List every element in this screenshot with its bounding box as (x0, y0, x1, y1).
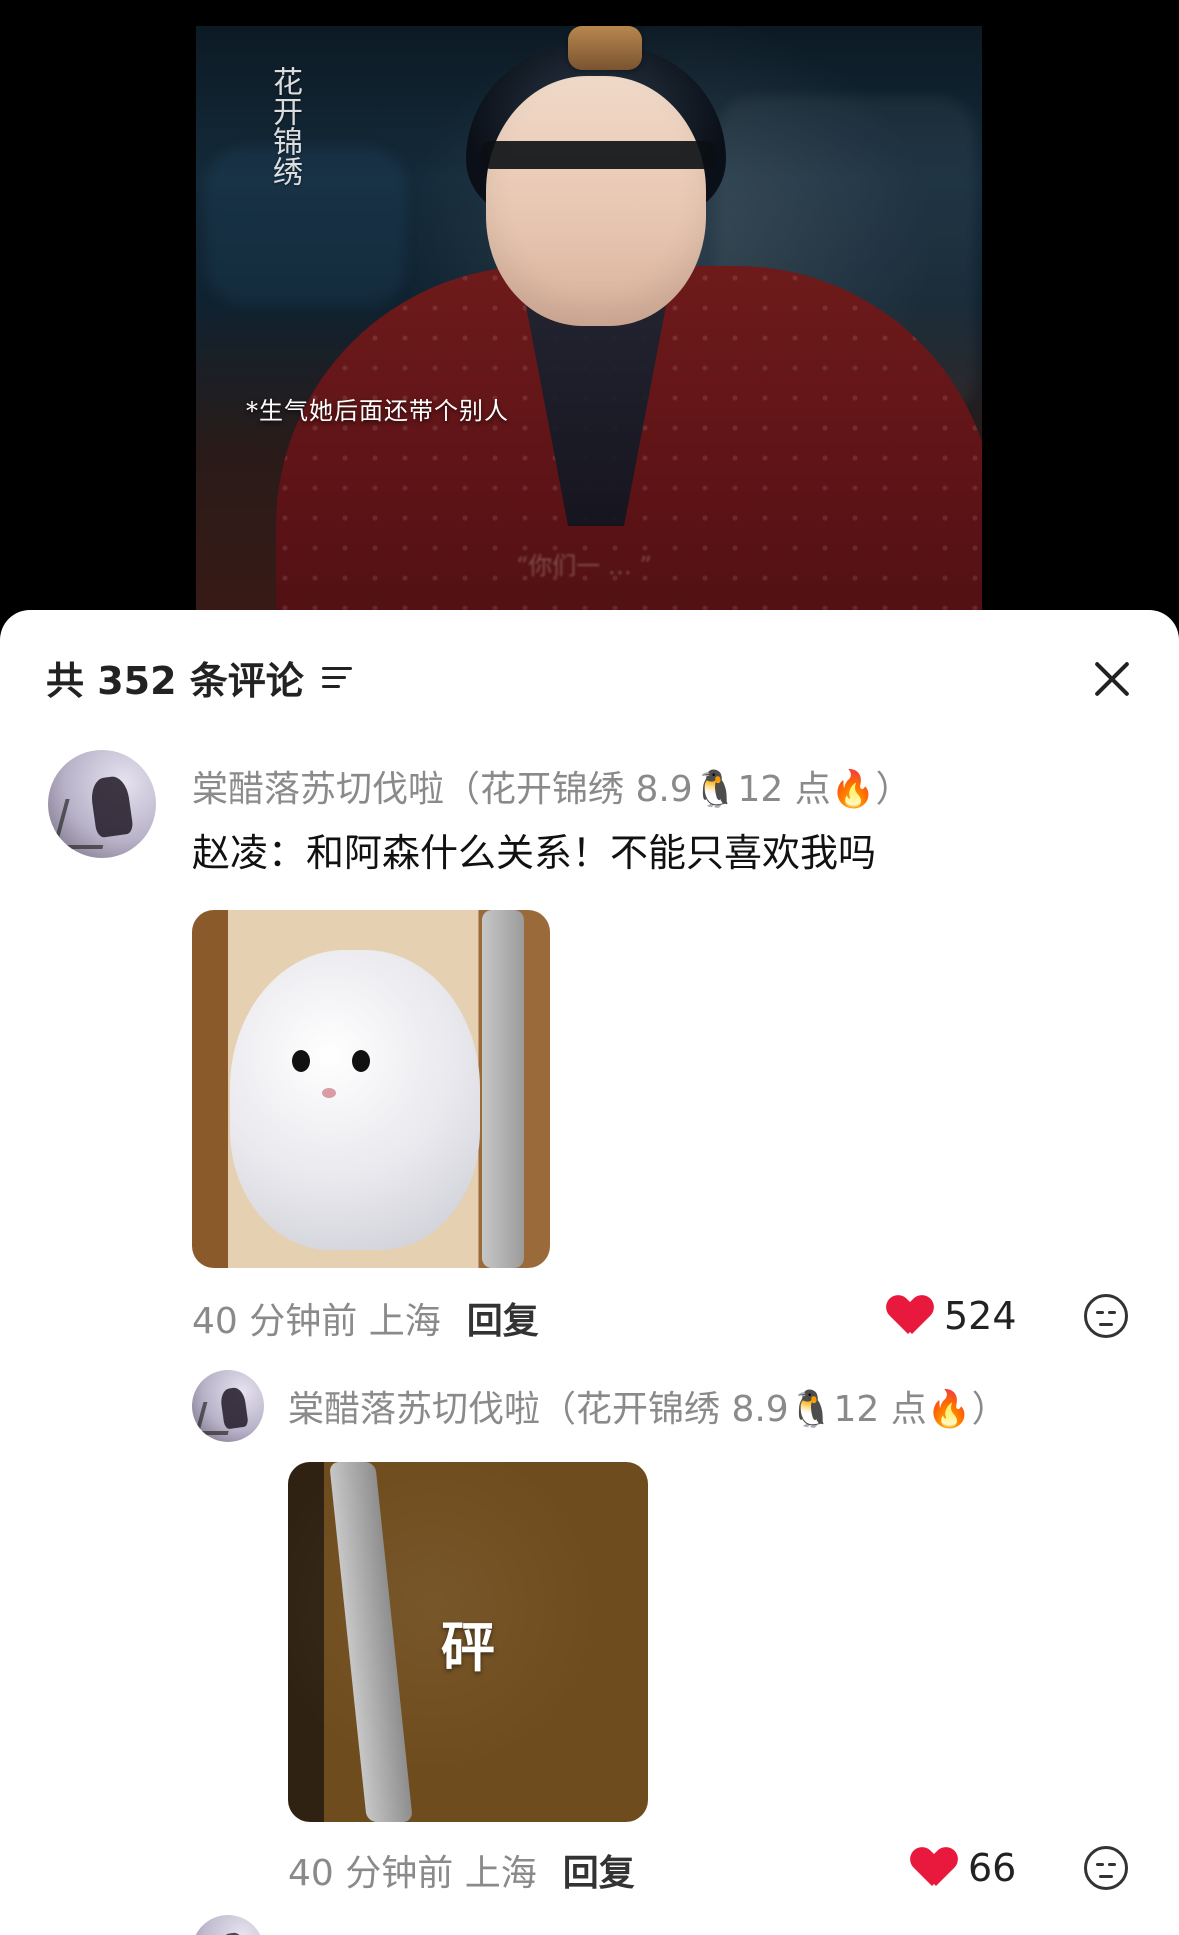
video-area: 花开锦绣 *生气她后面还带个别人 “你们一 … ” (0, 0, 1179, 640)
like-button[interactable]: 524 (888, 1294, 1017, 1338)
comment-username[interactable]: 棠醋落苏切伐啦（花开锦绣 8.9🐧12 点🔥） (192, 760, 912, 812)
avatar[interactable] (192, 1370, 264, 1442)
username-close: ） (971, 1389, 1008, 1430)
avatar[interactable] (192, 1915, 264, 1935)
comment-meta: 40 分钟前 上海 回复 (192, 1292, 539, 1344)
background-light (206, 146, 406, 306)
emoji-mouth (1099, 1323, 1113, 1326)
avatar-figure (219, 1931, 250, 1935)
avatar-railing (52, 798, 116, 849)
video-frame[interactable]: 花开锦绣 *生气她后面还带个别人 “你们一 … ” (196, 26, 982, 640)
sticker-image[interactable] (192, 910, 550, 1268)
emoji-mouth (1099, 1875, 1113, 1878)
sticker-image[interactable]: 砰 (288, 1462, 648, 1822)
fire-icon: 🔥 (926, 1389, 972, 1430)
cat-nose (322, 1088, 336, 1098)
reply-button[interactable]: 回复 (563, 1844, 635, 1896)
username-close: ） (875, 769, 912, 810)
cat-eye-left (292, 1050, 310, 1072)
character-hair-crown (568, 26, 642, 70)
comment-username[interactable]: 棠醋落苏切伐啦（花开锦绣 8.9🐧12 点🔥） (288, 1380, 1008, 1432)
comments-header: 共 352 条评论 (0, 610, 1179, 720)
video-subtitle-faint: “你们一 … ” (516, 552, 652, 580)
cat-image (230, 950, 480, 1250)
time-location: 40 分钟前 上海 (288, 1853, 537, 1894)
avatar[interactable] (48, 750, 156, 858)
character-headband (481, 141, 716, 169)
cat-eye-right (352, 1050, 370, 1072)
username-text: 棠醋落苏切伐啦（花开锦绣 8.9 (288, 1389, 789, 1430)
heart-icon (912, 1848, 956, 1888)
comments-sheet: 共 352 条评论 棠醋落苏切伐啦（花开锦绣 8.9🐧12 点🔥） 赵凌：和阿森… (0, 610, 1179, 1935)
avatar-railing (194, 1402, 237, 1436)
like-count: 524 (944, 1294, 1017, 1338)
reply-button[interactable]: 回复 (467, 1292, 539, 1344)
time-location: 40 分钟前 上海 (192, 1301, 441, 1342)
like-button[interactable]: 66 (912, 1846, 1016, 1890)
username-text: 棠醋落苏切伐啦（花开锦绣 8.9 (192, 769, 693, 810)
comment-text: 赵凌：和阿森什么关系！不能只喜欢我吗 (192, 831, 877, 875)
penguin-icon: 🐧 (788, 1389, 834, 1430)
heart-icon (888, 1296, 932, 1336)
comments-title-text: 共 352 条评论 (46, 659, 304, 703)
drama-logo: 花开锦绣 (267, 66, 302, 186)
emoji-reaction-icon[interactable] (1084, 1294, 1128, 1338)
sticker-text: 砰 (441, 1615, 495, 1679)
emoji-reaction-icon[interactable] (1084, 1846, 1128, 1890)
video-subtitle: *生气她后面还带个别人 (246, 397, 509, 425)
door-plate (482, 910, 524, 1268)
filter-lines-icon[interactable] (321, 667, 352, 688)
username-tail: 12 点 (833, 1389, 927, 1430)
close-icon[interactable] (1091, 658, 1133, 700)
penguin-icon: 🐧 (692, 769, 738, 810)
like-count: 66 (968, 1846, 1017, 1890)
character-face (486, 76, 706, 326)
comments-count-title: 共 352 条评论 (46, 650, 352, 705)
comment-meta: 40 分钟前 上海 回复 (288, 1844, 635, 1896)
username-tail: 12 点 (737, 769, 831, 810)
fire-icon: 🔥 (830, 769, 876, 810)
